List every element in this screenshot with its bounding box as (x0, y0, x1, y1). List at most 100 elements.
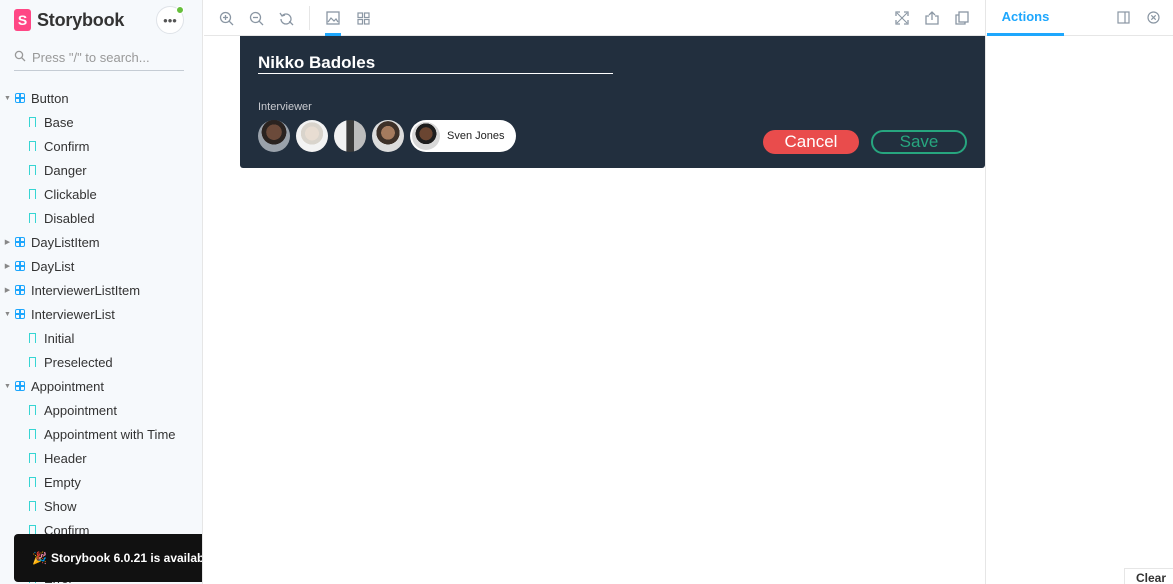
component-icon (15, 93, 25, 103)
sidebar-story[interactable]: Disabled (0, 206, 202, 230)
save-button[interactable]: Save (871, 130, 967, 154)
sidebar-component[interactable]: ▼ Button (0, 86, 202, 110)
sidebar-item-label: Appointment with Time (44, 426, 176, 442)
search-input[interactable] (32, 49, 172, 65)
zoom-out-icon (249, 11, 263, 25)
sidebar-story[interactable]: Empty (0, 470, 202, 494)
caret-right-icon: ▶ (4, 263, 11, 270)
caret-right-icon: ▶ (4, 239, 11, 246)
sidebar-story[interactable]: Show (0, 494, 202, 518)
close-panel-button[interactable] (1145, 9, 1161, 25)
sidebar-item-label: Danger (44, 162, 87, 178)
bookmark-icon (29, 165, 36, 178)
sidebar-story[interactable]: Danger (0, 158, 202, 182)
sidebar-item-label: InterviewerListItem (31, 282, 141, 298)
addons-panel: Actions Clear (985, 0, 1173, 584)
bookmark-icon (29, 189, 36, 202)
sidebar-toggle-icon (1116, 10, 1130, 24)
sidebar-item-label: Confirm (44, 138, 90, 154)
bookmark-icon (29, 141, 36, 154)
sidebar-component[interactable]: ▶ InterviewerListItem (0, 278, 202, 302)
zoom-in-button[interactable] (216, 8, 236, 28)
sidebar-item-label: Initial (44, 330, 75, 346)
copy-link-button[interactable] (952, 8, 972, 28)
caret-down-icon: ▼ (4, 310, 11, 318)
component-icon (15, 309, 25, 319)
sidebar-item-label: Header (44, 450, 87, 466)
bookmark-icon (29, 477, 36, 490)
sidebar-item-label: Clickable (44, 186, 97, 202)
sidebar-story[interactable]: Initial (0, 326, 202, 350)
caret-down-icon: ▼ (4, 94, 11, 102)
image-icon (326, 11, 340, 25)
grid-icon (356, 11, 370, 25)
sidebar-component[interactable]: ▶ DayListItem (0, 230, 202, 254)
toolbar-divider (309, 6, 310, 30)
interviewer-avatar[interactable] (296, 120, 328, 152)
update-notification[interactable]: 🎉 Storybook 6.0.21 is available! (14, 534, 203, 582)
component-icon (15, 285, 25, 295)
zoom-in-icon (219, 11, 233, 25)
caret-right-icon: ▶ (4, 287, 11, 294)
share-button[interactable] (922, 8, 942, 28)
interviewer-avatar (412, 122, 440, 150)
bookmark-icon (29, 429, 36, 442)
bookmark-icon (29, 117, 36, 130)
component-icon (15, 381, 25, 391)
sidebar-item-label: Disabled (44, 210, 95, 226)
update-indicator-dot (176, 6, 184, 14)
sidebar-component[interactable]: ▼ Appointment (0, 374, 202, 398)
sidebar-story[interactable]: Header (0, 446, 202, 470)
fullscreen-button[interactable] (892, 8, 912, 28)
storybook-logo-icon: S (14, 9, 31, 31)
interviewer-avatar[interactable] (258, 120, 290, 152)
clear-button[interactable]: Clear (1124, 568, 1173, 584)
copy-icon (955, 11, 969, 25)
cancel-button[interactable]: Cancel (763, 130, 859, 154)
sidebar-story[interactable]: Confirm (0, 134, 202, 158)
panel-orientation-button[interactable] (1115, 9, 1131, 25)
student-name-input[interactable] (258, 52, 613, 74)
sidebar-story[interactable]: Clickable (0, 182, 202, 206)
share-icon (925, 11, 939, 25)
sidebar-item-label: Preselected (44, 354, 113, 370)
sidebar-item-label: Button (31, 90, 69, 106)
preview-canvas: Interviewer Sven Jones Cancel Save (204, 36, 985, 584)
sidebar-item-label: Empty (44, 474, 81, 490)
sidebar-story[interactable]: Base (0, 110, 202, 134)
close-icon (1146, 10, 1160, 24)
interviewer-avatar[interactable] (334, 120, 366, 152)
grid-button[interactable] (353, 8, 373, 28)
bookmark-icon (29, 501, 36, 514)
bookmark-icon (29, 213, 36, 226)
tab-actions[interactable]: Actions (987, 0, 1064, 36)
selected-interviewer-name: Sven Jones (447, 130, 505, 142)
sidebar-item-label: InterviewerList (31, 306, 115, 322)
bookmark-icon (29, 357, 36, 370)
interviewer-avatar[interactable] (372, 120, 404, 152)
sidebar-story[interactable]: Appointment with Time (0, 422, 202, 446)
sidebar-item-label: Appointment (31, 378, 104, 394)
preview-toolbar (204, 0, 985, 36)
more-icon: ••• (163, 12, 177, 28)
notification-text: Storybook 6.0.21 is available! (50, 551, 203, 565)
zoom-reset-icon (278, 12, 293, 25)
sidebar-item-label: DayListItem (31, 234, 100, 250)
selected-interviewer[interactable]: Sven Jones (410, 120, 517, 152)
party-popper-icon: 🎉 (32, 551, 47, 565)
sidebar-item-label: Show (44, 498, 77, 514)
component-icon (15, 261, 25, 271)
sidebar-story[interactable]: Preselected (0, 350, 202, 374)
zoom-out-button[interactable] (246, 8, 266, 28)
zoom-reset-button[interactable] (276, 8, 296, 28)
sidebar-component[interactable]: ▼ InterviewerList (0, 302, 202, 326)
sidebar-item-label: Base (44, 114, 74, 130)
storybook-logo[interactable]: S Storybook (14, 8, 124, 32)
appointment-form: Interviewer Sven Jones Cancel Save (240, 36, 985, 168)
fullscreen-icon (895, 11, 909, 25)
sidebar-component[interactable]: ▶ DayList (0, 254, 202, 278)
sidebar-story[interactable]: Appointment (0, 398, 202, 422)
interviewer-list: Sven Jones (258, 120, 517, 152)
canvas-tab[interactable] (323, 8, 343, 28)
interviewer-label: Interviewer (258, 101, 312, 113)
